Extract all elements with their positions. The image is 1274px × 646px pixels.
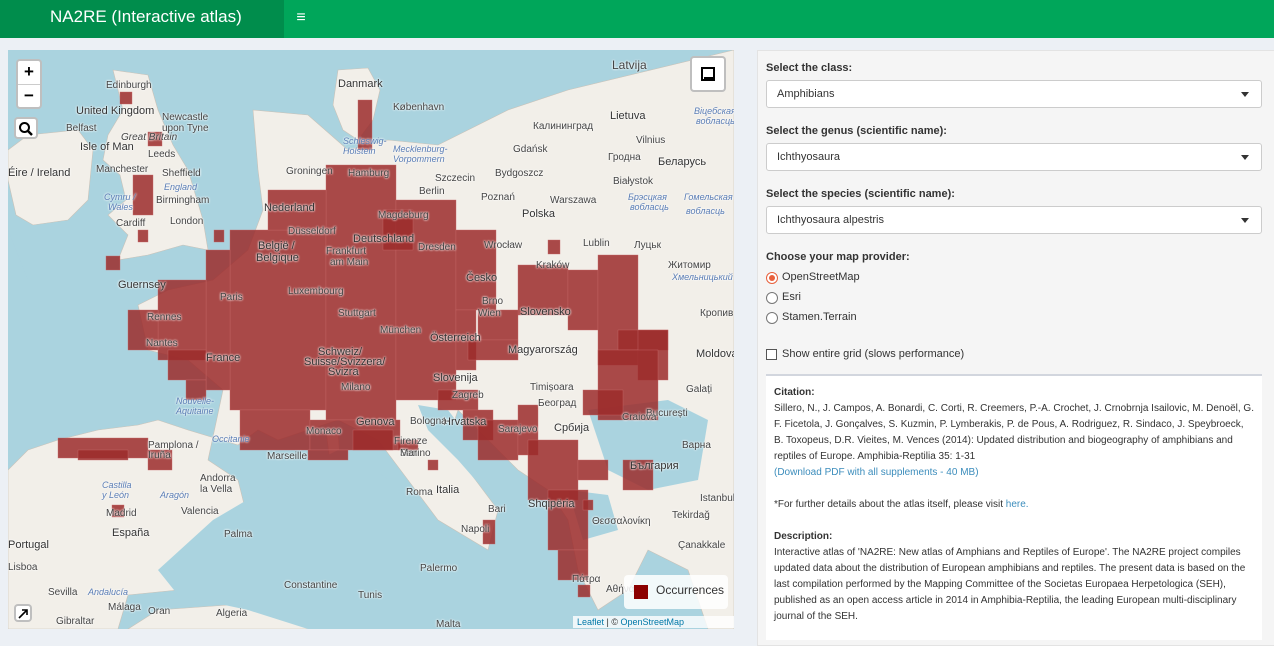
class-select-value: Amphibians xyxy=(777,88,835,100)
leaflet-link[interactable]: Leaflet xyxy=(577,617,604,627)
citation-heading: Citation: xyxy=(774,387,815,398)
citation-text: Sillero, N., J. Campos, A. Bonardi, C. C… xyxy=(774,403,1254,462)
radio-button[interactable] xyxy=(766,312,778,324)
here-link[interactable]: here. xyxy=(1006,499,1029,510)
further-details-text: *For further details about the atlas its… xyxy=(774,499,1004,510)
species-select-value: Ichthyosaura alpestris xyxy=(777,214,884,226)
description-heading: Description: xyxy=(774,531,833,542)
radio-label: Stamen.Terrain xyxy=(782,311,857,323)
species-select-label: Select the species (scientific name): xyxy=(766,188,955,200)
zoom-control: + − xyxy=(16,59,42,109)
radio-button[interactable] xyxy=(766,292,778,304)
radio-label: OpenStreetMap xyxy=(782,271,860,283)
attribution-separator: | © xyxy=(604,617,621,627)
expand-icon xyxy=(18,609,28,619)
zoom-out-button[interactable]: − xyxy=(18,85,40,108)
species-select[interactable]: Ichthyosaura alpestris xyxy=(766,206,1262,234)
chevron-down-icon xyxy=(1241,92,1249,97)
class-select-label: Select the class: xyxy=(766,62,853,74)
description-text: Interactive atlas of 'NA2RE: New atlas o… xyxy=(774,547,1246,622)
radio-label: Esri xyxy=(782,291,801,303)
radio-button-selected[interactable] xyxy=(766,272,778,284)
map-legend: Occurrences xyxy=(624,575,728,609)
legend-label: Occurrences xyxy=(656,583,725,597)
map-attribution: Leaflet | © OpenStreetMap contributors xyxy=(573,616,734,628)
chevron-down-icon xyxy=(1241,155,1249,160)
genus-select-value: Ichthyosaura xyxy=(777,151,840,163)
class-select[interactable]: Amphibians xyxy=(766,80,1262,108)
download-pdf-link[interactable]: (Download PDF with all supplements - 40 … xyxy=(774,467,979,478)
fullscreen-button[interactable] xyxy=(14,604,32,622)
layers-button[interactable] xyxy=(690,56,726,92)
legend-swatch xyxy=(634,585,648,599)
provider-label: Choose your map provider: xyxy=(766,251,910,263)
layers-icon xyxy=(701,67,715,81)
app-title: NA2RE (Interactive atlas) xyxy=(0,0,284,38)
genus-select-label: Select the genus (scientific name): xyxy=(766,125,947,137)
map-container[interactable]: Latvija Edinburgh United Kingdom Newcast… xyxy=(8,50,734,629)
search-button[interactable] xyxy=(14,117,38,139)
checkbox-label: Show entire grid (slows performance) xyxy=(782,348,965,360)
top-navbar: NA2RE (Interactive atlas) ≡ xyxy=(0,0,1274,38)
search-icon xyxy=(19,122,33,136)
checkbox[interactable] xyxy=(766,349,777,360)
info-box: Citation: Sillero, N., J. Campos, A. Bon… xyxy=(766,374,1262,640)
zoom-in-button[interactable]: + xyxy=(18,61,40,85)
osm-link[interactable]: OpenStreetMap xyxy=(621,617,685,627)
chevron-down-icon xyxy=(1241,218,1249,223)
genus-select[interactable]: Ichthyosaura xyxy=(766,143,1262,171)
hamburger-icon[interactable]: ≡ xyxy=(290,0,312,38)
